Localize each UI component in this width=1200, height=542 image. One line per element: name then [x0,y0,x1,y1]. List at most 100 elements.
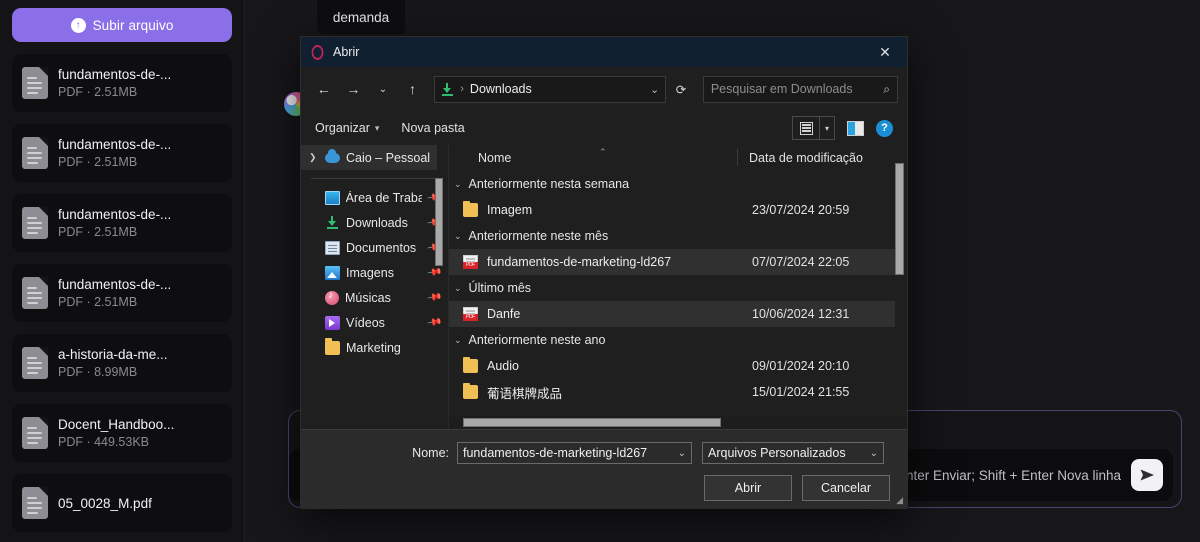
group-header[interactable]: ⌄ Último mês [449,275,907,301]
chevron-down-icon[interactable]: ⌄ [650,83,659,96]
table-row[interactable]: 葡语棋牌成品 15/01/2024 21:55 [449,379,907,405]
table-row[interactable]: fundamentos-de-marketing-ld267 07/07/202… [449,249,895,275]
tree-item-label: Caio – Pessoal [346,150,430,165]
tree-item-music[interactable]: Músicas 📌 [301,285,448,310]
chevron-down-icon[interactable]: ⌄ [678,448,686,459]
group-header-label: Anteriormente neste ano [468,333,606,347]
file-list-scrollbar[interactable] [895,163,904,275]
dialog-buttons: Abrir Cancelar [301,464,907,501]
file-name: fundamentos-de-... [58,137,172,152]
send-button[interactable] [1131,459,1163,491]
close-icon[interactable]: ✕ [863,37,907,67]
tree-item-pictures[interactable]: Imagens 📌 [301,260,448,285]
forward-button[interactable]: → [340,75,368,103]
file-date: 10/06/2024 12:31 [752,307,850,321]
view-options-button[interactable]: ▾ [792,116,835,140]
list-item[interactable]: fundamentos-de-... PDF · 2.51MB [12,124,232,182]
recent-locations-button[interactable]: ⌄ [369,75,397,103]
file-type-filter[interactable]: Arquivos Personalizados ⌄ [702,442,884,464]
resize-grip-icon[interactable]: ◢ [896,495,903,506]
chat-tab-demanda[interactable]: demanda [317,0,405,34]
chevron-down-icon: ⌄ [454,178,462,189]
navigation-pane-scrollbar[interactable] [435,178,443,266]
help-icon[interactable]: ? [876,119,893,137]
cancel-button[interactable]: Cancelar [802,475,890,501]
document-icon [22,347,48,379]
file-list-horizontal-scrollbar[interactable] [449,416,907,429]
file-meta: PDF · 2.51MB [58,295,138,309]
open-button[interactable]: Abrir [704,475,792,501]
upload-file-button[interactable]: ↑ Subir arquivo [12,8,232,42]
search-input[interactable]: Pesquisar em Downloads ⌕ [702,75,898,103]
tree-item-label: Vídeos [346,315,385,330]
new-folder-label: Nova pasta [401,121,465,135]
chevron-right-icon[interactable]: ❯ [309,152,319,163]
breadcrumb[interactable]: Downloads [470,82,532,96]
tree-item-marketing[interactable]: Marketing [301,335,448,360]
upload-circle-icon: ↑ [70,17,86,33]
dialog-title: Abrir [333,45,360,59]
new-folder-button[interactable]: Nova pasta [401,121,464,135]
table-row[interactable]: Imagem 23/07/2024 20:59 [449,197,907,223]
filename-row: Nome: fundamentos-de-marketing-ld267 ⌄ A… [301,430,907,464]
composer-hint-text: Enter Enviar; Shift + Enter Nova linha [897,467,1121,483]
back-button[interactable]: ← [310,75,338,103]
downloads-icon [441,82,454,96]
list-item[interactable]: fundamentos-de-... PDF · 2.51MB [12,194,232,252]
open-file-dialog: Abrir ✕ ← → ⌄ ↑ › Downloads ⌄ ⟳ Pesquisa… [300,36,908,509]
group-header-label: Último mês [468,281,532,295]
tree-item-onedrive[interactable]: ❯ Caio – Pessoal [301,145,437,170]
preview-pane-icon[interactable] [847,120,864,136]
column-header-name-label: Nome [478,151,512,165]
tree-item-videos[interactable]: Vídeos 📌 [301,310,448,335]
dialog-titlebar: Abrir ✕ [301,37,907,67]
music-icon [325,290,339,305]
document-icon [22,207,48,239]
column-header-name[interactable]: Nome ⌃ [449,147,737,165]
refresh-icon[interactable]: ⟳ [668,76,694,103]
address-bar[interactable]: › Downloads ⌄ [434,75,667,103]
organize-button[interactable]: Organizar ▾ [315,121,379,135]
tree-item-documents[interactable]: Documentos 📌 [301,235,448,260]
table-row[interactable]: Audio 09/01/2024 20:10 [449,353,907,379]
column-header-date[interactable]: Data de modificação [737,151,863,165]
list-item[interactable]: fundamentos-de-... PDF · 2.51MB [12,54,232,112]
group-header[interactable]: ⌄ Anteriormente neste mês [449,223,907,249]
list-item[interactable]: 05_0028_M.pdf [12,474,232,532]
document-icon [22,487,48,519]
upload-button-label: Subir arquivo [92,17,174,33]
file-name: a-historia-da-me... [58,347,168,362]
breadcrumb-separator: › [460,83,464,95]
caret-down-icon[interactable]: ▾ [819,117,834,139]
list-item[interactable]: a-historia-da-me... PDF · 8.99MB [12,334,232,392]
file-meta: PDF · 449.53KB [58,435,150,449]
tree-item-downloads[interactable]: Downloads 📌 [301,210,448,235]
group-header-label: Anteriormente neste mês [468,229,609,243]
chevron-down-icon[interactable]: ⌄ [870,448,878,459]
cancel-button-label: Cancelar [820,481,872,495]
up-button[interactable]: ↑ [399,75,427,103]
view-list-icon [793,121,819,135]
sidebar: ↑ Subir arquivo fundamentos-de-... PDF ·… [0,0,245,542]
scrollbar-thumb[interactable] [463,418,721,427]
videos-icon [325,315,340,330]
group-header[interactable]: ⌄ Anteriormente nesta semana [449,171,907,197]
file-date: 23/07/2024 20:59 [752,203,850,217]
pictures-icon [325,265,340,280]
divider [311,178,438,179]
tree-item-desktop[interactable]: Área de Traba 📌 [301,185,448,210]
downloads-icon [325,215,340,230]
list-item[interactable]: Docent_Handboo... PDF · 449.53KB [12,404,232,462]
group-header[interactable]: ⌄ Anteriormente neste ano [449,327,907,353]
organize-label: Organizar [315,121,370,135]
navigation-pane: ❯ Caio – Pessoal Área de Traba 📌 Downloa… [301,145,449,429]
dialog-body: ❯ Caio – Pessoal Área de Traba 📌 Downloa… [301,145,907,429]
table-row[interactable]: Danfe 10/06/2024 12:31 [449,301,895,327]
chevron-down-icon: ⌄ [454,282,462,293]
filename-input[interactable]: fundamentos-de-marketing-ld267 ⌄ [457,442,692,464]
file-name: fundamentos-de-... [58,277,172,292]
search-icon[interactable]: ⌕ [883,82,890,97]
list-item[interactable]: fundamentos-de-... PDF · 2.51MB [12,264,232,322]
filename-label: Nome: [412,446,449,460]
file-name: 05_0028_M.pdf [58,495,152,511]
